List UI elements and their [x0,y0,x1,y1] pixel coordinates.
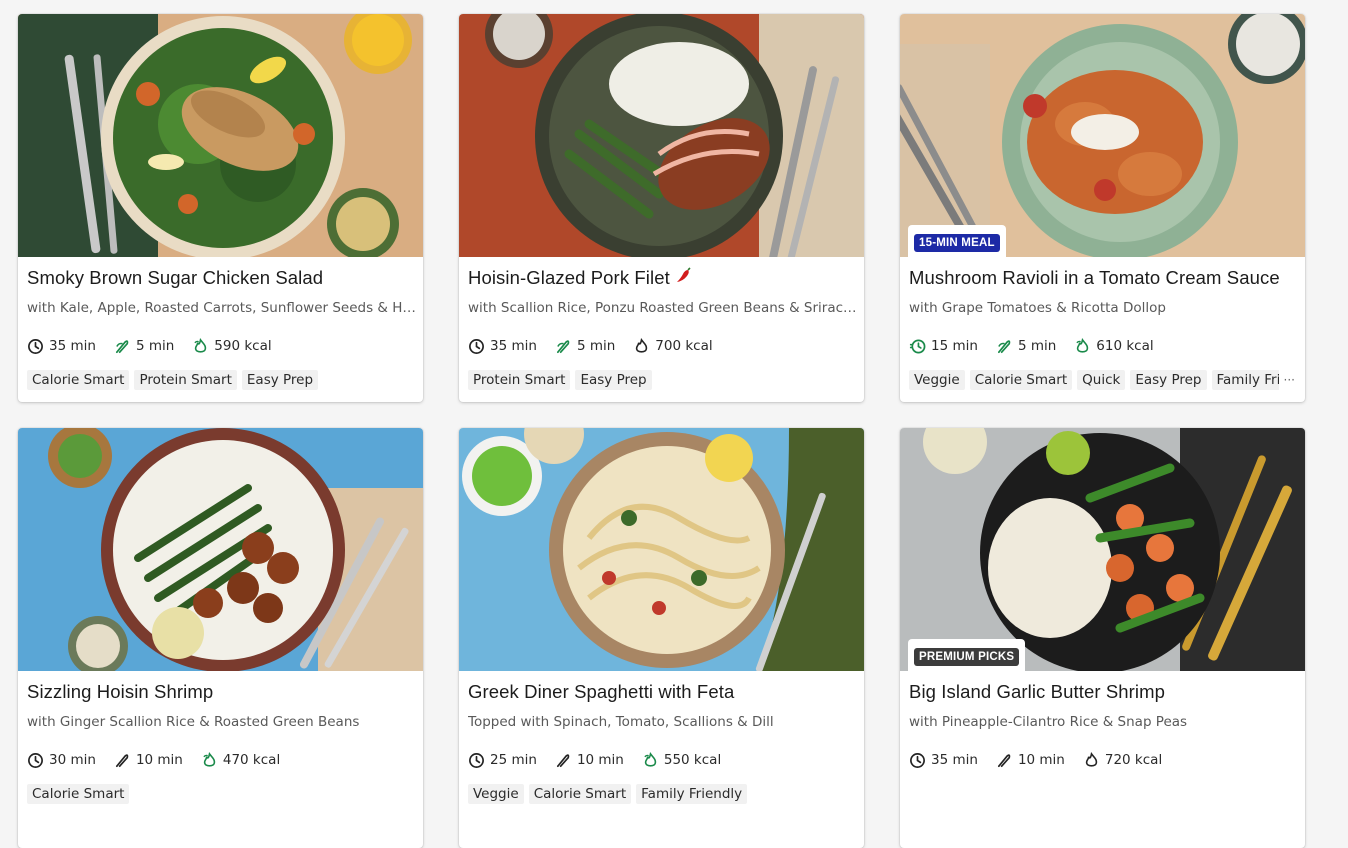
recipe-meta: 15 min 5 min 610 kcal [909,336,1172,356]
garlic-butter-shrimp-photo [900,428,1305,671]
total-time: 15 min [909,338,978,355]
tag: Veggie [909,370,965,390]
calories: 470 kcal [201,751,280,769]
recipe-subtitle: with Pineapple-Cilantro Rice & Snap Peas [909,714,1188,730]
chicken-salad-photo [18,14,423,257]
total-time: 30 min [27,752,96,769]
recipe-card[interactable]: Smoky Brown Sugar Chicken Salad with Kal… [18,14,423,402]
knife-icon [115,753,129,767]
tag: Easy Prep [575,370,652,390]
ravioli-photo [900,14,1305,257]
total-time: 35 min [27,338,96,355]
leaf-flame-icon [203,751,216,767]
calories: 720 kcal [1083,751,1162,769]
tag: Calorie Smart [528,784,632,804]
clock-icon [28,338,43,354]
recipe-tags: Veggie Calorie Smart Quick Easy Prep Fam… [909,369,1279,391]
total-time: 25 min [468,752,537,769]
calories: 700 kcal [633,337,713,355]
tag: Calorie Smart [27,370,130,390]
prep-time: 5 min [114,338,174,355]
eco-knife-icon [115,339,129,353]
recipe-meta: 35 min 10 min 720 kcal [909,750,1180,770]
recipe-subtitle: with Kale, Apple, Roasted Carrots, Sunfl… [27,300,417,316]
recipe-title[interactable]: Sizzling Hoisin Shrimp [27,681,419,703]
recipe-card[interactable]: Greek Diner Spaghetti with Feta Topped w… [459,428,864,848]
knife-icon [997,753,1011,767]
flame-icon [636,337,648,353]
recipe-subtitle: Topped with Spinach, Tomato, Scallions &… [468,714,774,730]
recipe-image[interactable] [459,428,864,671]
recipe-image[interactable] [18,14,423,257]
recipe-grid: Smoky Brown Sugar Chicken Salad with Kal… [0,0,1348,848]
recipe-image[interactable] [459,14,864,257]
tag: Calorie Smart [969,370,1073,390]
recipe-image[interactable] [18,428,423,671]
recipe-title[interactable]: Mushroom Ravioli in a Tomato Cream Sauce [909,267,1301,289]
prep-time: 10 min [555,752,624,769]
clock-icon [910,752,925,768]
recipe-image[interactable]: 15-MIN MEAL [900,14,1305,257]
recipe-title[interactable]: Greek Diner Spaghetti with Feta [468,681,860,703]
tag: Family Frie [1211,370,1279,390]
pork-filet-photo [459,14,864,257]
recipe-card[interactable]: PREMIUM PICKS Big Island Garlic Butter S… [900,428,1305,848]
recipe-meta: 30 min 10 min 470 kcal [27,750,298,770]
recipe-tags: Calorie Smart [27,783,134,805]
tag: Veggie [468,784,524,804]
recipe-meta: 25 min 10 min 550 kcal [468,750,739,770]
more-tags-icon[interactable]: ··· [1284,373,1295,387]
tag: Easy Prep [1130,370,1207,390]
tag: Quick [1077,370,1126,390]
eco-knife-icon [997,339,1011,353]
recipe-subtitle: with Ginger Scallion Rice & Roasted Gree… [27,714,360,730]
tag: Family Friendly [636,784,748,804]
recipe-tags: Calorie Smart Protein Smart Easy Prep [27,369,323,391]
tag: Calorie Smart [27,784,130,804]
prep-time: 5 min [996,338,1056,355]
clock-icon [469,752,484,768]
total-time: 35 min [468,338,537,355]
recipe-meta: 35 min 5 min 700 kcal [468,336,731,356]
recipe-title[interactable]: Smoky Brown Sugar Chicken Salad [27,267,419,289]
knife-icon [556,753,570,767]
recipe-card[interactable]: Sizzling Hoisin Shrimp with Ginger Scall… [18,428,423,848]
meal-badge: PREMIUM PICKS [908,639,1026,671]
recipe-subtitle: with Grape Tomatoes & Ricotta Dollop [909,300,1166,316]
leaf-flame-icon [1076,337,1089,353]
flame-icon [1085,751,1098,767]
spaghetti-photo [459,428,864,671]
eco-knife-icon [556,339,570,353]
prep-time: 5 min [555,338,615,355]
prep-time: 10 min [114,752,183,769]
prep-time: 10 min [996,752,1065,769]
clock-icon [28,752,43,768]
recipe-card[interactable]: 15-MIN MEAL Mushroom Ravioli in a Tomato… [900,14,1305,402]
calories: 590 kcal [192,337,272,355]
tag: Protein Smart [134,370,237,390]
total-time: 35 min [909,752,978,769]
recipe-meta: 35 min 5 min 590 kcal [27,336,290,356]
tag: Easy Prep [241,370,319,390]
recipe-tags: Veggie Calorie Smart Family Friendly [468,783,752,805]
spicy-pepper-icon [674,267,692,290]
leaf-flame-icon [194,337,207,353]
recipe-subtitle: with Scallion Rice, Ponzu Roasted Green … [468,300,858,316]
recipe-title[interactable]: Hoisin-Glazed Pork Filet [468,267,860,290]
leaf-flame-icon [644,751,657,767]
recipe-title[interactable]: Big Island Garlic Butter Shrimp [909,681,1301,703]
tag: Protein Smart [468,370,571,390]
calories: 550 kcal [642,751,721,769]
quick-clock-icon [909,339,926,353]
calories: 610 kcal [1074,337,1154,355]
meal-badge: 15-MIN MEAL [908,225,1006,257]
recipe-tags: Protein Smart Easy Prep [468,369,657,391]
recipe-card[interactable]: Hoisin-Glazed Pork Filet with Scallion R… [459,14,864,402]
hoisin-shrimp-photo [18,428,423,671]
recipe-image[interactable]: PREMIUM PICKS [900,428,1305,671]
clock-icon [469,338,484,354]
